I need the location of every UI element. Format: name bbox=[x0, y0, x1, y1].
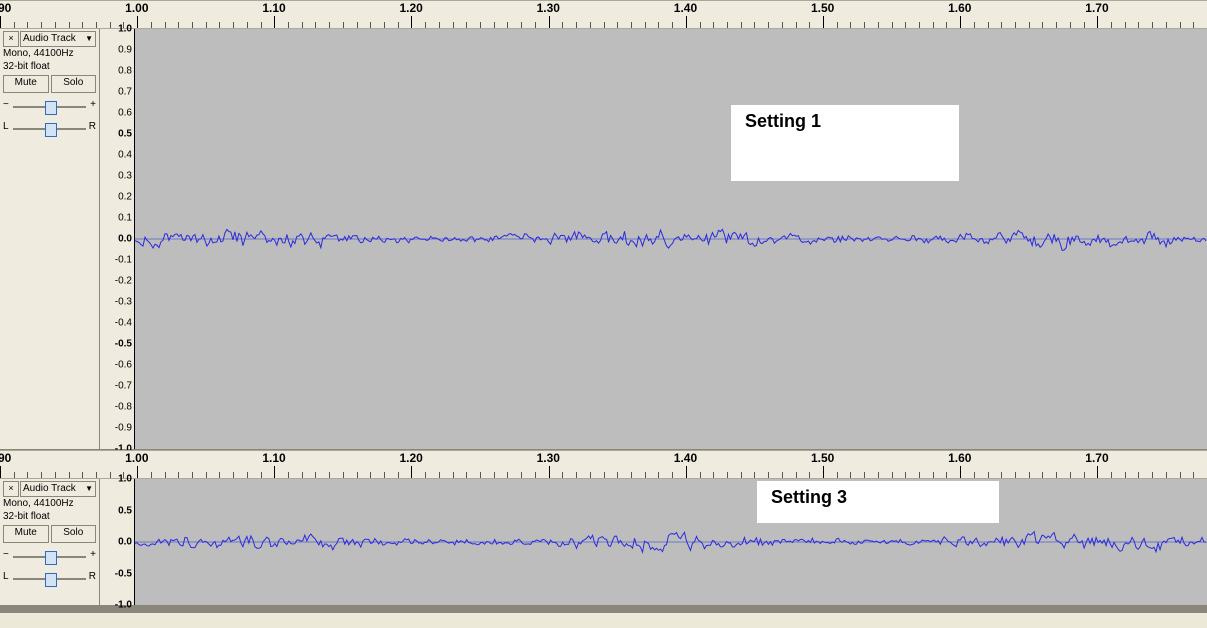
amp-tick-label: 1.0 bbox=[118, 24, 132, 35]
pan-left-label: L bbox=[3, 121, 9, 132]
gain-thumb[interactable] bbox=[45, 101, 57, 115]
amp-tick-label: -1.0 bbox=[115, 600, 132, 611]
track-control-panel: × Audio Track ▼ Mono, 44100Hz 32-bit flo… bbox=[0, 479, 100, 605]
amp-tick-label: 0.1 bbox=[118, 213, 132, 224]
track-menu-dropdown[interactable]: Audio Track ▼ bbox=[20, 31, 96, 47]
amplitude-scale[interactable]: 1.00.50.0-0.5-1.0 bbox=[100, 479, 135, 605]
pan-slider[interactable]: L R bbox=[3, 571, 96, 587]
amp-tick-label: 0.6 bbox=[118, 108, 132, 119]
track-bitdepth-label: 32-bit float bbox=[3, 511, 96, 523]
ruler-label: 1.20 bbox=[399, 451, 422, 465]
ruler-label: 1.10 bbox=[262, 1, 285, 15]
amp-tick-label: -0.5 bbox=[115, 568, 132, 579]
track-title: Audio Track bbox=[23, 33, 76, 45]
solo-button[interactable]: Solo bbox=[51, 75, 97, 93]
track-control-panel: × Audio Track ▼ Mono, 44100Hz 32-bit flo… bbox=[0, 29, 100, 449]
ruler-label: 1.60 bbox=[948, 1, 971, 15]
ruler-label: 1.60 bbox=[948, 451, 971, 465]
track-format-label: Mono, 44100Hz bbox=[3, 498, 96, 510]
gain-thumb[interactable] bbox=[45, 551, 57, 565]
pan-slider[interactable]: L R bbox=[3, 121, 96, 137]
ruler-label: 1.50 bbox=[811, 451, 834, 465]
amp-tick-label: 0.5 bbox=[118, 505, 132, 516]
ruler-label: 1.20 bbox=[399, 1, 422, 15]
amp-tick-label: -0.7 bbox=[115, 381, 132, 392]
amp-tick-label: 0.4 bbox=[118, 150, 132, 161]
overlay-annotation: Setting 1 bbox=[731, 105, 959, 181]
track-format-label: Mono, 44100Hz bbox=[3, 48, 96, 60]
ruler-label: 1.70 bbox=[1085, 451, 1108, 465]
timeline-ruler[interactable]: 0.90 1.00 1.10 1.20 1.30 1.40 1.50 1.60 1.70 bbox=[0, 0, 1207, 29]
ruler-label: 1.30 bbox=[537, 1, 560, 15]
amp-tick-label: 0.5 bbox=[118, 129, 132, 140]
ruler-label: 1.50 bbox=[811, 1, 834, 15]
amp-tick-label: -0.9 bbox=[115, 423, 132, 434]
pan-left-label: L bbox=[3, 571, 9, 582]
mute-button[interactable]: Mute bbox=[3, 525, 49, 543]
ruler-label: 1.00 bbox=[125, 1, 148, 15]
track-title: Audio Track bbox=[23, 483, 76, 495]
amplitude-scale[interactable]: 1.00.90.80.70.60.50.40.30.20.10.0-0.1-0.… bbox=[100, 29, 135, 449]
gain-min-label: − bbox=[3, 549, 9, 560]
close-track-button[interactable]: × bbox=[3, 31, 19, 47]
gain-slider[interactable]: − + bbox=[3, 99, 96, 115]
pan-right-label: R bbox=[89, 571, 96, 582]
gain-max-label: + bbox=[90, 99, 96, 110]
ruler-label: 1.30 bbox=[537, 451, 560, 465]
amp-tick-label: 0.7 bbox=[118, 87, 132, 98]
amp-tick-label: 1.0 bbox=[118, 474, 132, 485]
track-bitdepth-label: 32-bit float bbox=[3, 61, 96, 73]
timeline-ruler[interactable]: 0.90 1.00 1.10 1.20 1.30 1.40 1.50 1.60 1.70 bbox=[0, 450, 1207, 479]
pan-thumb[interactable] bbox=[45, 573, 57, 587]
amp-tick-label: -0.8 bbox=[115, 402, 132, 413]
ruler-label: 1.10 bbox=[262, 451, 285, 465]
ruler-label: 0.90 bbox=[0, 1, 11, 15]
amp-tick-label: 0.9 bbox=[118, 45, 132, 56]
overlay-annotation: Setting 3 bbox=[757, 481, 999, 523]
close-track-button[interactable]: × bbox=[3, 481, 19, 497]
ruler-label: 1.00 bbox=[125, 451, 148, 465]
mute-button[interactable]: Mute bbox=[3, 75, 49, 93]
ruler-label: 1.40 bbox=[674, 1, 697, 15]
gain-min-label: − bbox=[3, 99, 9, 110]
ruler-label: 1.40 bbox=[674, 451, 697, 465]
amp-tick-label: 0.3 bbox=[118, 171, 132, 182]
gain-slider[interactable]: − + bbox=[3, 549, 96, 565]
pan-right-label: R bbox=[89, 121, 96, 132]
chevron-down-icon: ▼ bbox=[85, 33, 93, 45]
amp-tick-label: -0.2 bbox=[115, 276, 132, 287]
amp-tick-label: 0.0 bbox=[118, 537, 132, 548]
amp-tick-label: -0.1 bbox=[115, 255, 132, 266]
chevron-down-icon: ▼ bbox=[85, 483, 93, 495]
track-menu-dropdown[interactable]: Audio Track ▼ bbox=[20, 481, 96, 497]
ruler-label: 1.70 bbox=[1085, 1, 1108, 15]
pan-thumb[interactable] bbox=[45, 123, 57, 137]
ruler-label: 0.90 bbox=[0, 451, 11, 465]
amp-tick-label: 0.2 bbox=[118, 192, 132, 203]
waveform-canvas[interactable]: Setting 1 bbox=[135, 29, 1207, 449]
amp-tick-label: -0.6 bbox=[115, 360, 132, 371]
track-row: × Audio Track ▼ Mono, 44100Hz 32-bit flo… bbox=[0, 29, 1207, 450]
solo-button[interactable]: Solo bbox=[51, 525, 97, 543]
amp-tick-label: -0.3 bbox=[115, 297, 132, 308]
amp-tick-label: -0.4 bbox=[115, 318, 132, 329]
amp-tick-label: 0.0 bbox=[118, 234, 132, 245]
amp-tick-label: 0.8 bbox=[118, 66, 132, 77]
gain-max-label: + bbox=[90, 549, 96, 560]
amp-tick-label: -0.5 bbox=[115, 339, 132, 350]
waveform-canvas[interactable]: Setting 3 bbox=[135, 479, 1207, 605]
track-row: × Audio Track ▼ Mono, 44100Hz 32-bit flo… bbox=[0, 479, 1207, 606]
